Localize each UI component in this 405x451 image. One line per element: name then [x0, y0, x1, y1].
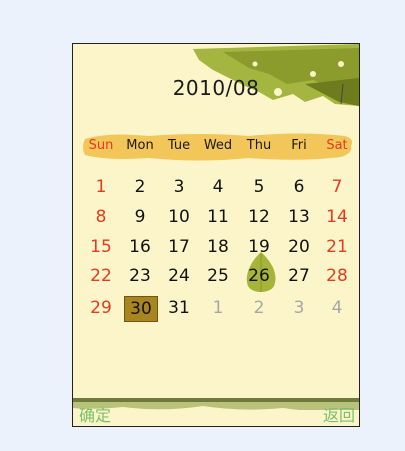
day-cell[interactable]: 18 [200, 235, 236, 259]
weekday-sun: Sun [88, 138, 114, 153]
day-cell[interactable]: 19 [241, 235, 277, 259]
day-cell[interactable]: 22 [83, 264, 119, 288]
weekday-thu: Thu [246, 138, 272, 153]
day-cell[interactable]: 4 [200, 175, 236, 199]
day-cell[interactable]: 3 [161, 175, 197, 199]
day-cell[interactable]: 15 [83, 235, 119, 259]
month-title: 2010/08 [172, 76, 260, 100]
weekday-wed: Wed [203, 138, 233, 153]
day-cell[interactable]: 13 [281, 205, 317, 229]
day-cell-today[interactable]: 26 [241, 264, 277, 288]
day-cell[interactable]: 11 [200, 205, 236, 229]
day-cell-next-month[interactable]: 2 [241, 296, 277, 320]
day-cell[interactable]: 29 [83, 296, 119, 320]
day-cell[interactable]: 27 [281, 264, 317, 288]
back-softkey[interactable]: 返回 [323, 402, 355, 426]
day-cell[interactable]: 6 [281, 175, 317, 199]
day-cell[interactable]: 16 [122, 235, 158, 259]
confirm-softkey[interactable]: 确定 [79, 402, 111, 426]
day-cell[interactable]: 24 [161, 264, 197, 288]
day-cell[interactable]: 7 [319, 175, 355, 199]
weekday-fri: Fri [291, 138, 307, 153]
day-cell[interactable]: 20 [281, 235, 317, 259]
weekday-mon: Mon [126, 138, 154, 153]
day-cell[interactable]: 1 [83, 175, 119, 199]
day-cell[interactable]: 21 [319, 235, 355, 259]
day-cell-selected[interactable]: 30 [124, 296, 158, 322]
day-cell[interactable]: 10 [161, 205, 197, 229]
weekday-sat: Sat [326, 138, 348, 153]
day-cell[interactable]: 12 [241, 205, 277, 229]
day-cell-next-month[interactable]: 3 [281, 296, 317, 320]
day-cell[interactable]: 2 [122, 175, 158, 199]
day-cell[interactable]: 28 [319, 264, 355, 288]
bottom-grass-decoration [73, 398, 359, 426]
day-cell[interactable]: 5 [241, 175, 277, 199]
day-cell[interactable]: 31 [161, 296, 197, 320]
day-cell[interactable]: 9 [122, 205, 158, 229]
calendar-screen: 2010/08 Sun Mon Tue Wed Thu Fri Sat 1234567891… [72, 43, 360, 427]
day-cell[interactable]: 25 [200, 264, 236, 288]
day-cell-next-month[interactable]: 1 [200, 296, 236, 320]
day-cell[interactable]: 23 [122, 264, 158, 288]
day-cell[interactable]: 17 [161, 235, 197, 259]
day-cell-next-month[interactable]: 4 [319, 296, 355, 320]
day-cell[interactable]: 8 [83, 205, 119, 229]
day-cell[interactable]: 14 [319, 205, 355, 229]
weekday-tue: Tue [167, 138, 191, 153]
